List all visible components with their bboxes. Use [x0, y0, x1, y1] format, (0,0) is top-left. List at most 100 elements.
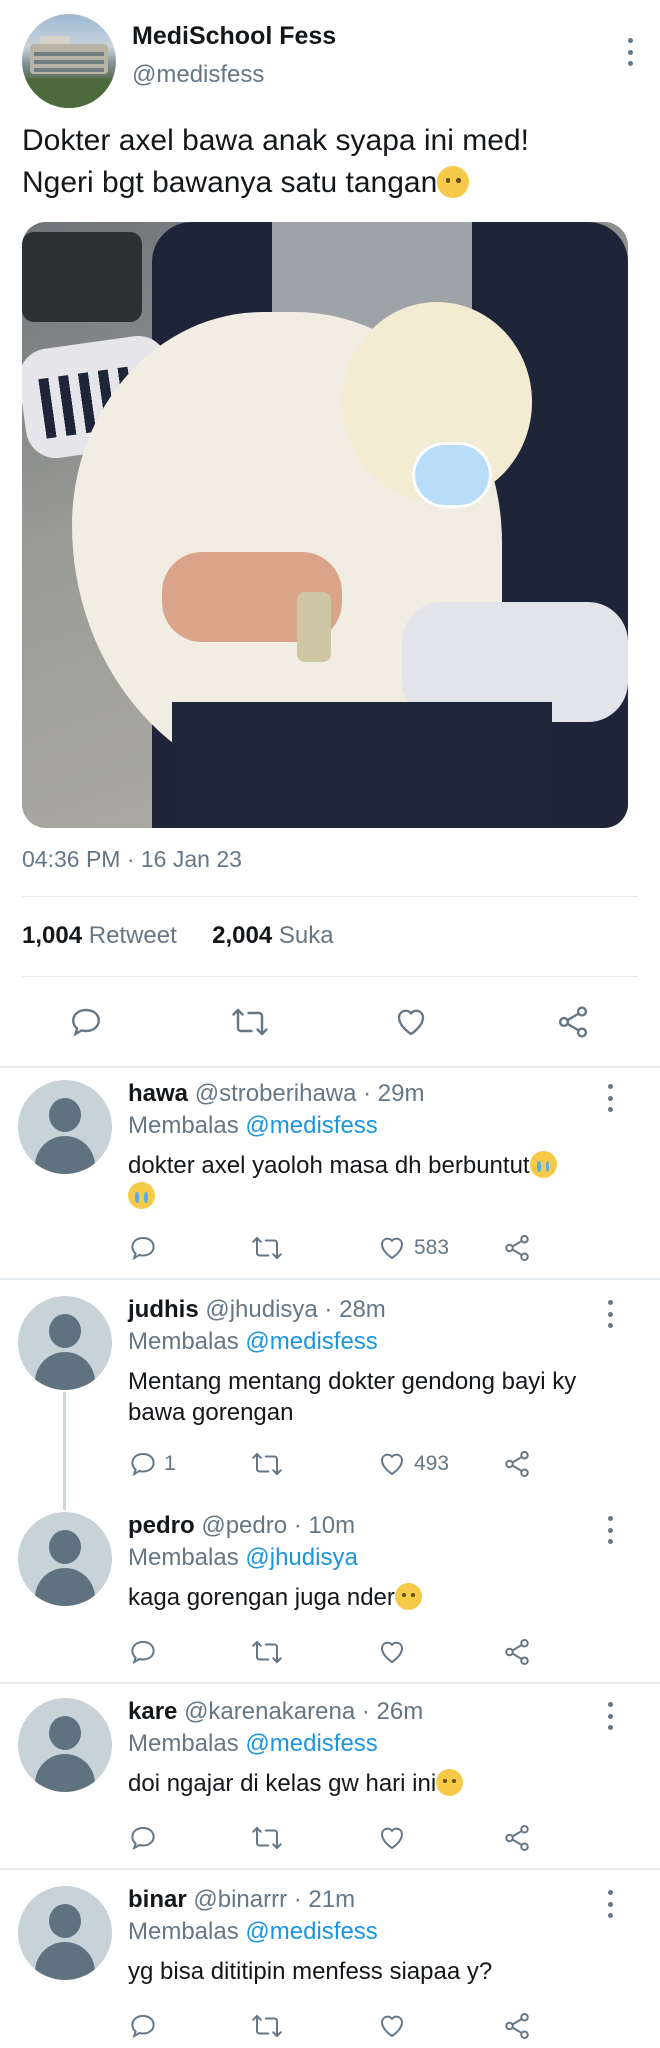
reply-icon[interactable]: [128, 1226, 164, 1270]
reply-action-bar: [0, 2004, 660, 2048]
reply-avatar[interactable]: [18, 1886, 112, 1980]
tweet-header: MediSchool Fess @medisfess: [22, 14, 642, 114]
like-icon[interactable]: 583: [376, 1226, 449, 1270]
reply-to-link[interactable]: @jhudisya: [245, 1544, 357, 1571]
reply-action-bar: 583: [0, 1226, 660, 1270]
like-icon[interactable]: 493: [376, 1442, 449, 1486]
reply-prefix: Membalas: [128, 1730, 239, 1757]
like-icon[interactable]: [392, 1000, 430, 1044]
reply-author: hawa @stroberihawa · 29m: [128, 1080, 424, 1108]
reply-prefix: Membalas: [128, 1328, 239, 1355]
reply-author-meta: @stroberihawa · 29m: [194, 1080, 425, 1107]
like-icon[interactable]: [376, 1630, 408, 1674]
share-icon[interactable]: [502, 1442, 532, 1486]
tweet-text-line-content: Ngeri bgt bawanya satu tangan: [22, 166, 438, 199]
divider: [0, 1868, 660, 1870]
like-count: 493: [414, 1452, 450, 1475]
reply-author: pedro @pedro · 10m: [128, 1512, 355, 1540]
reply-avatar[interactable]: [18, 1080, 112, 1174]
retweet-label[interactable]: Retweet: [89, 922, 177, 949]
divider: [0, 1278, 660, 1280]
tweet-text: Dokter axel bawa anak syapa ini med! Nge…: [22, 120, 632, 204]
reply-author-name[interactable]: kare: [128, 1698, 177, 1725]
divider: [0, 1066, 660, 1068]
reply-text-content: yg bisa dititipin menfess siapaa y?: [128, 1958, 493, 1985]
like-icon[interactable]: [376, 2004, 408, 2048]
more-icon[interactable]: [600, 1702, 620, 1730]
more-icon[interactable]: [600, 1084, 620, 1112]
reply-to-link[interactable]: @medisfess: [245, 1730, 377, 1757]
reply-author-name[interactable]: judhis: [128, 1296, 199, 1323]
reply-text-line: bawa gorengan: [128, 1399, 294, 1426]
share-icon[interactable]: [555, 1000, 591, 1044]
tweet-stats: 1,004 Retweet 2,004 Suka: [22, 922, 334, 950]
reply-text: yg bisa dititipin menfess siapaa y?: [128, 1956, 628, 1987]
reply-author-name[interactable]: pedro: [128, 1512, 195, 1539]
author-avatar[interactable]: [22, 14, 116, 108]
retweet-icon[interactable]: [250, 1226, 284, 1270]
reply-action-bar: [0, 1816, 660, 1860]
reply-author-meta: @jhudisya · 28m: [205, 1296, 386, 1323]
reply-author: binar @binarrr · 21m: [128, 1886, 355, 1914]
like-count[interactable]: 2,004: [212, 922, 272, 949]
reply-author-meta: @pedro · 10m: [201, 1512, 356, 1539]
like-count: 583: [414, 1236, 450, 1259]
share-icon[interactable]: [502, 1630, 532, 1674]
reply-prefix: Membalas: [128, 1112, 239, 1139]
reply-icon[interactable]: [68, 1000, 104, 1044]
retweet-icon[interactable]: [250, 1442, 284, 1486]
reply-context: Membalas @medisfess: [128, 1730, 378, 1758]
reply-to-link[interactable]: @medisfess: [245, 1328, 377, 1355]
reply-prefix: Membalas: [128, 1918, 239, 1945]
divider: [22, 896, 638, 897]
more-icon[interactable]: [600, 1516, 620, 1544]
reply-avatar[interactable]: [18, 1296, 112, 1390]
retweet-icon[interactable]: [250, 2004, 284, 2048]
tweet-photo[interactable]: [22, 222, 628, 828]
reply-context: Membalas @medisfess: [128, 1328, 378, 1356]
like-icon[interactable]: [376, 1816, 408, 1860]
more-icon[interactable]: [600, 1300, 620, 1328]
reply-to-link[interactable]: @medisfess: [245, 1112, 377, 1139]
reply-context: Membalas @jhudisya: [128, 1544, 358, 1572]
reply-author-name[interactable]: hawa: [128, 1080, 188, 1107]
reply-avatar[interactable]: [18, 1512, 112, 1606]
reply-text: kaga gorengan juga nder: [128, 1582, 628, 1613]
reply-avatar[interactable]: [18, 1698, 112, 1792]
tweet-text-line: Dokter axel bawa anak syapa ini med!: [22, 124, 529, 157]
reply-icon[interactable]: 1: [128, 1442, 176, 1486]
like-label[interactable]: Suka: [279, 922, 334, 949]
retweet-count[interactable]: 1,004: [22, 922, 82, 949]
relieved-face-emoji-icon: [394, 1583, 422, 1610]
reply-text-content: dokter axel yaoloh masa dh berbuntut: [128, 1152, 530, 1179]
retweet-icon[interactable]: [250, 1630, 284, 1674]
crying-face-emoji-icon: [529, 1151, 557, 1178]
more-icon[interactable]: [600, 1890, 620, 1918]
reply-text-line: Mentang mentang dokter gendong bayi ky: [128, 1368, 577, 1395]
reply-to-link[interactable]: @medisfess: [245, 1918, 377, 1945]
reply-icon[interactable]: [128, 1630, 158, 1674]
crying-face-emoji-icon: [128, 1182, 155, 1209]
screaming-face-emoji-icon: [436, 1769, 464, 1796]
share-icon[interactable]: [502, 2004, 532, 2048]
reply-text: dokter axel yaoloh masa dh berbuntut: [128, 1150, 628, 1212]
reply-text: doi ngajar di kelas gw hari ini: [128, 1768, 628, 1799]
more-icon[interactable]: [618, 32, 642, 72]
divider: [22, 976, 638, 977]
reply-icon[interactable]: [128, 1816, 158, 1860]
author-display-name[interactable]: MediSchool Fess: [132, 22, 336, 51]
share-icon[interactable]: [502, 1816, 532, 1860]
retweet-icon[interactable]: [230, 1000, 270, 1044]
reply-icon[interactable]: [128, 2004, 158, 2048]
reply-action-bar: 1 493: [0, 1442, 660, 1486]
author-handle[interactable]: @medisfess: [132, 61, 264, 89]
share-icon[interactable]: [502, 1226, 532, 1270]
reply-prefix: Membalas: [128, 1544, 239, 1571]
reply-text-content: kaga gorengan juga nder: [128, 1584, 395, 1611]
reply-text: Mentang mentang dokter gendong bayi ky ba…: [128, 1366, 628, 1428]
tweet-timestamp: 04:36 PM · 16 Jan 23: [22, 846, 242, 872]
retweet-icon[interactable]: [250, 1816, 284, 1860]
reply-context: Membalas @medisfess: [128, 1112, 378, 1140]
reply-author-name[interactable]: binar: [128, 1886, 187, 1913]
reply-count: 1: [164, 1452, 176, 1475]
